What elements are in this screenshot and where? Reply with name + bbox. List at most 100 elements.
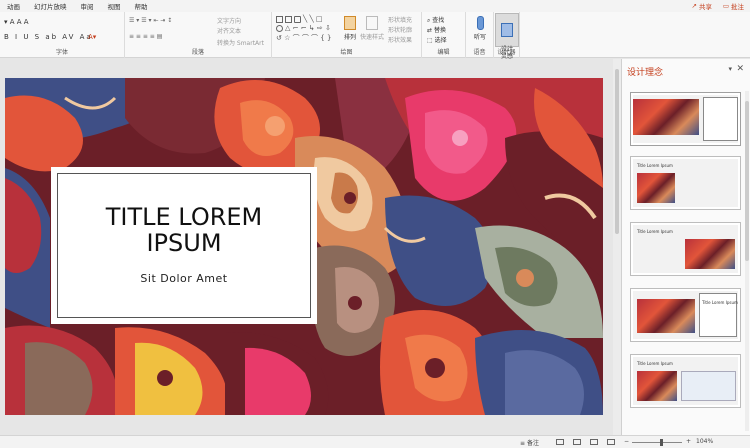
close-icon[interactable]: ✕ xyxy=(736,64,744,74)
design-idea-1-pattern xyxy=(633,99,699,135)
slide-scrollbar[interactable] xyxy=(613,59,621,435)
tab-review[interactable]: 审阅 xyxy=(74,1,101,11)
zoom-level[interactable]: 104% xyxy=(696,438,713,445)
slide[interactable]: TITLE LOREM IPSUM Sit Dolor Amet xyxy=(5,78,603,415)
notes-button[interactable]: ≡ 备注 xyxy=(520,438,539,447)
status-bar: ≡ 备注 − + 104% xyxy=(0,435,750,448)
design-idea-1[interactable] xyxy=(630,92,741,146)
pane-scrollbar[interactable] xyxy=(745,91,749,431)
ribbon: ▾ A A A B I U S ab AV Aa A▾ 字体 ☰ ▾ ☰ ▾ ⇤… xyxy=(0,12,750,60)
share-button[interactable]: ↗ 共享 xyxy=(692,1,712,11)
shape-rect-icon[interactable] xyxy=(276,16,283,23)
reading-view-icon[interactable] xyxy=(590,439,598,445)
design-idea-5-pattern xyxy=(637,371,677,401)
tab-view[interactable]: 视图 xyxy=(101,1,128,11)
designer-group: 设计 灵感 设计器 xyxy=(494,12,520,60)
tab-animations[interactable]: 动画 xyxy=(0,1,27,11)
designer-pane: 设计理念 ▾ ✕ Title Lorem Ipsum Title Lorem I… xyxy=(621,59,750,435)
design-idea-5-table xyxy=(681,371,736,401)
editing-group-label: 编辑 xyxy=(437,49,450,56)
design-idea-3-title: Title Lorem Ipsum xyxy=(637,229,673,234)
zoom-slider-thumb[interactable] xyxy=(660,439,663,446)
paragraph-group-label: 段落 xyxy=(191,49,204,56)
design-idea-2-preview: Title Lorem Ipsum xyxy=(633,159,738,207)
notes-label: 备注 xyxy=(526,440,539,447)
select-button[interactable]: ⬚ 选择 xyxy=(427,35,447,44)
slide-title-line-2: IPSUM xyxy=(146,229,222,257)
list-buttons[interactable]: ☰ ▾ ☰ ▾ ⇤ ⇥ ↕ xyxy=(129,17,172,24)
find-label: 查找 xyxy=(432,17,445,24)
normal-view-icon[interactable] xyxy=(556,439,564,445)
text-direction-button[interactable]: 文字方向 xyxy=(217,16,241,25)
smartart-button[interactable]: 转换为 SmartArt xyxy=(217,38,264,47)
find-button[interactable]: ⌕ 查找 xyxy=(427,15,444,25)
share-label: 共享 xyxy=(699,3,712,11)
quick-styles-label: 快速样式 xyxy=(360,34,385,41)
tab-slideshow[interactable]: 幻灯片放映 xyxy=(27,1,74,11)
design-idea-5-title: Title Lorem Ipsum xyxy=(637,361,673,366)
design-idea-2[interactable]: Title Lorem Ipsum xyxy=(630,156,741,210)
slide-sorter-icon[interactable] xyxy=(573,439,581,445)
shape-lines-icon[interactable]: ╲ ╲ □ xyxy=(303,15,323,23)
replace-label: 替换 xyxy=(433,27,446,34)
pane-scrollbar-thumb[interactable] xyxy=(745,101,749,261)
shape-outline-button[interactable]: 形状轮廓 xyxy=(388,25,412,34)
ribbon-tabs: 动画 幻灯片放映 审阅 视图 帮助 ↗ 共享 ▭ 批注 xyxy=(0,0,750,12)
align-text-button[interactable]: 对齐文本 xyxy=(217,26,241,35)
title-border: TITLE LOREM IPSUM Sit Dolor Amet xyxy=(57,173,311,318)
font-color-button[interactable]: A▾ xyxy=(88,33,96,41)
slideshow-icon[interactable] xyxy=(607,439,615,445)
font-group: ▾ A A A B I U S ab AV Aa A▾ 字体 xyxy=(0,12,125,58)
shape-misc-icon[interactable]: ↺ ☆ ⌒ ⌒ ⌒ { } xyxy=(276,33,331,43)
pane-options-icon[interactable]: ▾ xyxy=(728,65,732,73)
arrange-icon xyxy=(344,16,356,30)
design-idea-2-pattern xyxy=(637,173,675,203)
design-ideas-icon xyxy=(501,23,513,37)
shape-triangles-icon[interactable]: △ ⌐ ⌐ ↳ ⇨ ⇩ xyxy=(285,24,331,32)
slide-scrollbar-thumb[interactable] xyxy=(615,69,619,234)
voice-group-label: 语音 xyxy=(473,49,486,56)
quick-styles-icon xyxy=(366,16,378,30)
zoom-out-icon[interactable]: − xyxy=(624,438,629,445)
design-idea-3-preview: Title Lorem Ipsum xyxy=(633,225,738,273)
tab-help[interactable]: 帮助 xyxy=(128,1,155,11)
zoom-in-icon[interactable]: + xyxy=(686,438,691,445)
design-idea-3[interactable]: Title Lorem Ipsum xyxy=(630,222,741,276)
quick-styles-button[interactable]: 快速样式 xyxy=(360,14,384,48)
design-idea-5-preview: Title Lorem Ipsum xyxy=(633,357,738,405)
designer-pane-title: 设计理念 xyxy=(627,68,664,78)
designer-group-label: 设计器 xyxy=(497,49,516,56)
design-ideas-button[interactable]: 设计 灵感 xyxy=(495,13,519,60)
design-idea-2-title: Title Lorem Ipsum xyxy=(637,163,673,168)
arrange-label: 排列 xyxy=(343,34,356,41)
shape-oval-icon[interactable] xyxy=(276,25,283,32)
voice-group: 听写 语音 xyxy=(466,12,494,58)
design-idea-1-textbox xyxy=(703,97,738,141)
design-idea-4[interactable]: Title Lorem Ipsum xyxy=(630,288,741,342)
font-group-label: 字体 xyxy=(55,49,68,56)
drawing-group: ╲ ╲ □ △ ⌐ ⌐ ↳ ⇨ ⇩ ↺ ☆ ⌒ ⌒ ⌒ { } 排列 快速样式 … xyxy=(272,12,422,58)
slide-title[interactable]: TITLE LOREM IPSUM xyxy=(58,204,310,256)
arrange-button[interactable]: 排列 xyxy=(338,14,362,48)
replace-button[interactable]: ⇄ 替换 xyxy=(427,25,446,34)
design-idea-4-preview: Title Lorem Ipsum xyxy=(633,291,738,339)
design-idea-1-preview xyxy=(633,95,738,143)
font-format-buttons[interactable]: B I U S ab AV Aa xyxy=(4,33,93,41)
design-idea-5[interactable]: Title Lorem Ipsum xyxy=(630,354,741,408)
title-placeholder[interactable]: TITLE LOREM IPSUM Sit Dolor Amet xyxy=(51,167,317,324)
shape-textbox-icon[interactable] xyxy=(285,16,292,23)
design-idea-4-pattern xyxy=(637,299,695,333)
zoom-slider[interactable] xyxy=(632,442,682,443)
design-idea-3-pattern xyxy=(685,239,735,269)
shape-effects-button[interactable]: 形状效果 xyxy=(388,35,412,44)
align-buttons[interactable]: ≡ ≡ ≡ ≡ ▤ xyxy=(129,33,162,40)
paragraph-group: ☰ ▾ ☰ ▾ ⇤ ⇥ ↕ 文字方向 对齐文本 ≡ ≡ ≡ ≡ ▤ 转换为 Sm… xyxy=(125,12,272,58)
slide-subtitle[interactable]: Sit Dolor Amet xyxy=(58,272,310,285)
font-size-controls[interactable]: ▾ A A A xyxy=(4,18,29,26)
dictate-button[interactable]: 听写 xyxy=(468,14,492,48)
comment-button[interactable]: ▭ 批注 xyxy=(723,1,744,11)
slide-canvas: TITLE LOREM IPSUM Sit Dolor Amet xyxy=(0,59,613,435)
shape-rounded-icon[interactable] xyxy=(294,16,301,23)
shape-fill-button[interactable]: 形状填充 xyxy=(388,15,412,24)
share-icon: ↗ xyxy=(691,2,697,10)
